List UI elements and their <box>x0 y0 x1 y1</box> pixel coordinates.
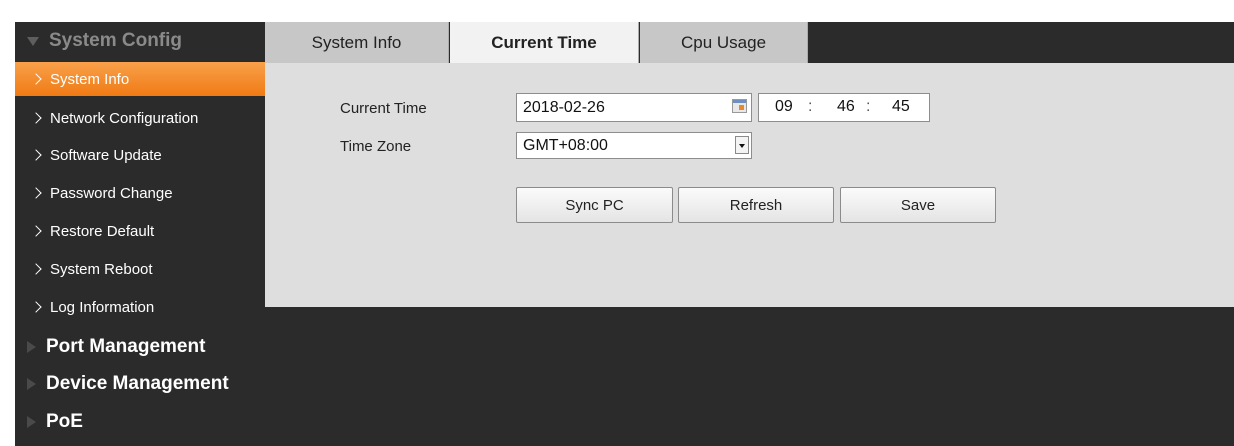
chevron-right-icon <box>30 301 42 313</box>
sidebar-group-port-management[interactable]: Port Management <box>15 329 265 365</box>
chevron-right-icon <box>30 225 42 237</box>
sidebar-group-poe[interactable]: PoE <box>15 404 265 440</box>
sidebar-item-software-update[interactable]: Software Update <box>15 137 265 173</box>
triangle-right-icon <box>27 378 36 390</box>
chevron-down-icon[interactable] <box>735 136 749 154</box>
sidebar-item-label: System Info <box>50 70 130 88</box>
sidebar-item-label: Network Configuration <box>50 109 199 127</box>
second-input[interactable]: 45 <box>892 98 910 116</box>
time-field[interactable]: 09 : 46 : 45 <box>758 93 930 122</box>
tab-label: System Info <box>311 32 402 52</box>
sidebar: System Config System Info Network Config… <box>15 22 265 446</box>
sidebar-item-label: Password Change <box>50 184 173 202</box>
sidebar-item-password-change[interactable]: Password Change <box>15 175 265 211</box>
minute-input[interactable]: 46 <box>837 98 855 116</box>
chevron-right-icon <box>30 73 42 85</box>
sidebar-group-system-config[interactable]: System Config <box>15 23 265 59</box>
tab-cpu-usage[interactable]: Cpu Usage <box>640 22 808 63</box>
sidebar-group-label: System Config <box>49 30 183 51</box>
triangle-right-icon <box>27 416 36 428</box>
sidebar-group-label: Device Management <box>46 373 229 394</box>
sidebar-item-label: Log Information <box>50 298 155 316</box>
hour-input[interactable]: 09 <box>775 98 793 116</box>
sidebar-item-system-info[interactable]: System Info <box>15 62 265 96</box>
time-zone-value: GMT+08:00 <box>523 136 608 154</box>
sidebar-item-label: System Reboot <box>50 260 153 278</box>
save-button[interactable]: Save <box>840 187 996 223</box>
sidebar-group-device-management[interactable]: Device Management <box>15 366 265 402</box>
tab-label: Cpu Usage <box>680 32 767 52</box>
sync-pc-button[interactable]: Sync PC <box>516 187 673 223</box>
sidebar-item-network-configuration[interactable]: Network Configuration <box>15 100 265 136</box>
tab-bar: System Info Current Time Cpu Usage <box>265 22 1234 63</box>
sidebar-item-label: Restore Default <box>50 222 155 240</box>
triangle-right-icon <box>27 341 36 353</box>
refresh-button[interactable]: Refresh <box>678 187 834 223</box>
sidebar-item-restore-default[interactable]: Restore Default <box>15 213 265 249</box>
tab-system-info[interactable]: System Info <box>265 22 449 63</box>
date-field[interactable]: 2018-02-26 <box>516 93 752 122</box>
time-separator: : <box>866 98 871 115</box>
triangle-down-icon <box>27 36 39 46</box>
chevron-right-icon <box>30 149 42 161</box>
sidebar-item-system-reboot[interactable]: System Reboot <box>15 251 265 287</box>
tab-current-time[interactable]: Current Time <box>450 22 639 63</box>
sidebar-item-log-information[interactable]: Log Information <box>15 289 265 325</box>
chevron-right-icon <box>30 187 42 199</box>
tab-label: Current Time <box>491 32 597 52</box>
date-value: 2018-02-26 <box>523 98 605 116</box>
sidebar-group-label: PoE <box>46 411 83 432</box>
calendar-icon[interactable] <box>732 99 747 113</box>
page-frame: System Config System Info Network Config… <box>0 0 1234 446</box>
time-zone-label: Time Zone <box>340 138 412 155</box>
time-separator: : <box>808 98 813 115</box>
current-time-panel: Current Time 2018-02-26 09 : 46 : 45 Tim… <box>265 63 1234 307</box>
sidebar-item-label: Software Update <box>50 146 162 164</box>
time-zone-select[interactable]: GMT+08:00 <box>516 132 752 159</box>
app-window: System Config System Info Network Config… <box>15 22 1234 446</box>
chevron-right-icon <box>30 112 42 124</box>
chevron-right-icon <box>30 263 42 275</box>
current-time-label: Current Time <box>340 100 427 117</box>
sidebar-group-label: Port Management <box>46 336 206 357</box>
